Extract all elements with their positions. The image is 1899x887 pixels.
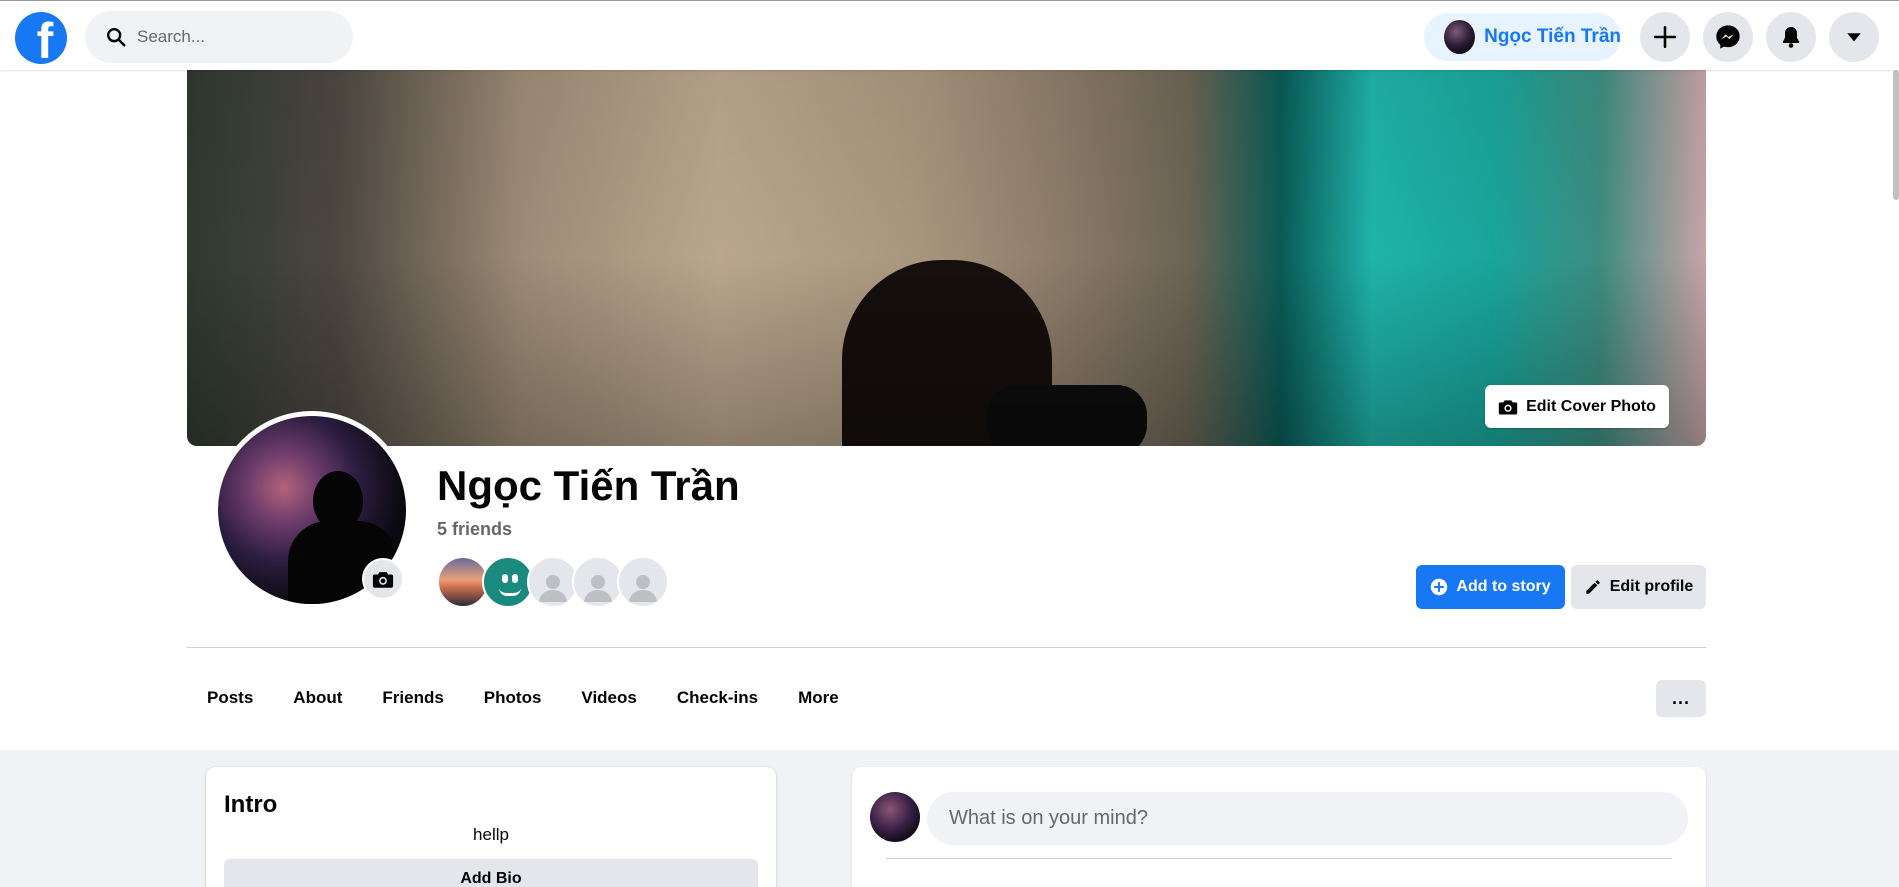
tab-about[interactable]: About — [273, 670, 362, 726]
edit-profile-label: Edit profile — [1609, 578, 1694, 595]
profile-chip-name: Ngọc Tiến Trần — [1484, 26, 1621, 47]
default-user-icon — [629, 575, 657, 602]
top-navigation-bar: f Ngọc Tiến Trần — [0, 0, 1899, 70]
default-user-icon — [539, 575, 567, 602]
intro-title: Intro — [224, 791, 278, 818]
post-composer-input[interactable] — [927, 792, 1688, 845]
edit-cover-photo-label: Edit Cover Photo — [1526, 397, 1656, 415]
cover-photo[interactable] — [187, 70, 1706, 446]
friends-count-link[interactable]: 5 friends — [437, 519, 512, 540]
plus-icon — [1653, 25, 1677, 49]
profile-tabs: Posts About Friends Photos Videos Check-… — [187, 670, 859, 726]
post-composer-card — [852, 767, 1706, 887]
messenger-button[interactable] — [1703, 12, 1753, 62]
add-to-story-label: Add to story — [1456, 578, 1551, 595]
tab-check-ins[interactable]: Check-ins — [657, 670, 778, 726]
pencil-icon — [1585, 580, 1600, 594]
notifications-button[interactable] — [1766, 12, 1816, 62]
tab-more[interactable]: More — [778, 670, 859, 726]
divider — [886, 858, 1672, 859]
edit-cover-photo-button[interactable]: Edit Cover Photo — [1485, 385, 1669, 428]
tab-posts[interactable]: Posts — [187, 670, 273, 726]
camera-icon — [372, 571, 394, 588]
edit-profile-button[interactable]: Edit profile — [1571, 565, 1706, 609]
create-button[interactable] — [1640, 12, 1690, 62]
add-bio-button[interactable]: Add Bio — [224, 859, 758, 887]
bell-icon — [1783, 27, 1799, 48]
page-scrollbar[interactable] — [1893, 70, 1899, 200]
more-options-button[interactable]: ... — [1656, 680, 1706, 717]
facebook-logo-icon[interactable]: f — [15, 12, 67, 64]
profile-name: Ngọc Tiến Trần — [437, 462, 740, 509]
camera-icon — [1498, 399, 1518, 414]
tab-videos[interactable]: Videos — [561, 670, 656, 726]
intro-bio-text: hellp — [473, 825, 509, 844]
friends-avatar-row — [437, 556, 677, 608]
search-icon — [107, 28, 126, 47]
caret-down-icon — [1847, 33, 1861, 42]
avatar — [1444, 20, 1476, 54]
avatar[interactable] — [870, 792, 920, 842]
friend-avatar[interactable] — [617, 556, 669, 608]
divider — [187, 647, 1706, 648]
search-box[interactable] — [85, 11, 353, 63]
intro-card: Intro hellp Add Bio — [206, 767, 776, 887]
add-to-story-button[interactable]: Add to story — [1416, 565, 1565, 609]
search-input[interactable] — [137, 27, 337, 47]
plus-circle-icon — [1431, 578, 1448, 596]
tab-photos[interactable]: Photos — [464, 670, 562, 726]
default-user-icon — [584, 575, 612, 602]
profile-chip[interactable]: Ngọc Tiến Trần — [1424, 13, 1621, 61]
account-menu-button[interactable] — [1829, 12, 1879, 62]
messenger-icon — [1716, 25, 1740, 49]
tab-friends[interactable]: Friends — [362, 670, 463, 726]
update-profile-picture-button[interactable] — [362, 558, 404, 600]
